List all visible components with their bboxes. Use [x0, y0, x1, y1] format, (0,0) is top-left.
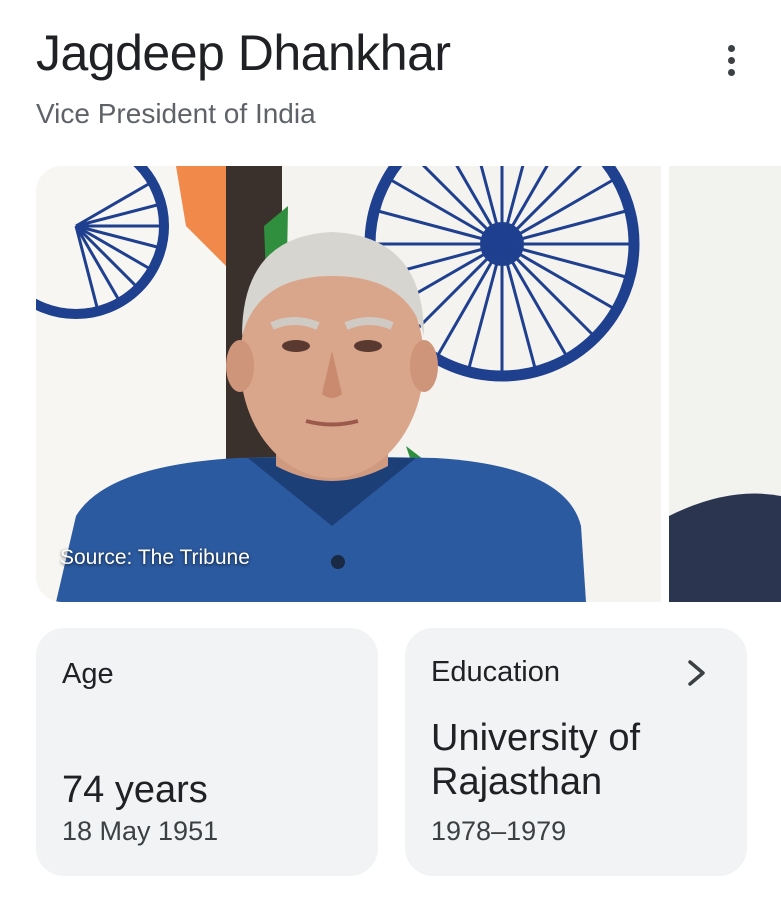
facts-cards: Age 74 years 18 May 1951 Education Unive… [36, 628, 747, 876]
portrait-illustration [36, 166, 661, 602]
page-title: Jagdeep Dhankhar [36, 25, 451, 81]
image-source-caption: Source: The Tribune [60, 546, 250, 569]
education-value: University of Rajasthan [431, 717, 641, 803]
more-vert-icon-dot [727, 56, 735, 64]
next-photo-preview[interactable] [669, 166, 781, 602]
education-card[interactable]: Education University of Rajasthan 1978–1… [405, 628, 747, 876]
age-value: 74 years [62, 769, 208, 811]
education-label: Education [431, 656, 560, 688]
main-photo[interactable]: Source: The Tribune [36, 166, 661, 602]
page-subtitle: Vice President of India [36, 98, 316, 129]
age-card[interactable]: Age 74 years 18 May 1951 [36, 628, 378, 876]
age-label: Age [62, 658, 114, 690]
more-options-button[interactable] [711, 40, 751, 80]
chevron-right-icon[interactable] [685, 658, 709, 688]
next-photo-illustration [669, 166, 781, 602]
education-years: 1978–1979 [431, 816, 567, 846]
image-carousel[interactable]: Source: The Tribune [36, 166, 781, 602]
more-vert-icon [727, 44, 735, 52]
more-vert-icon-dot [727, 68, 735, 76]
knowledge-panel-header: Jagdeep Dhankhar Vice President of India [36, 22, 761, 132]
birth-date: 18 May 1951 [62, 816, 219, 846]
